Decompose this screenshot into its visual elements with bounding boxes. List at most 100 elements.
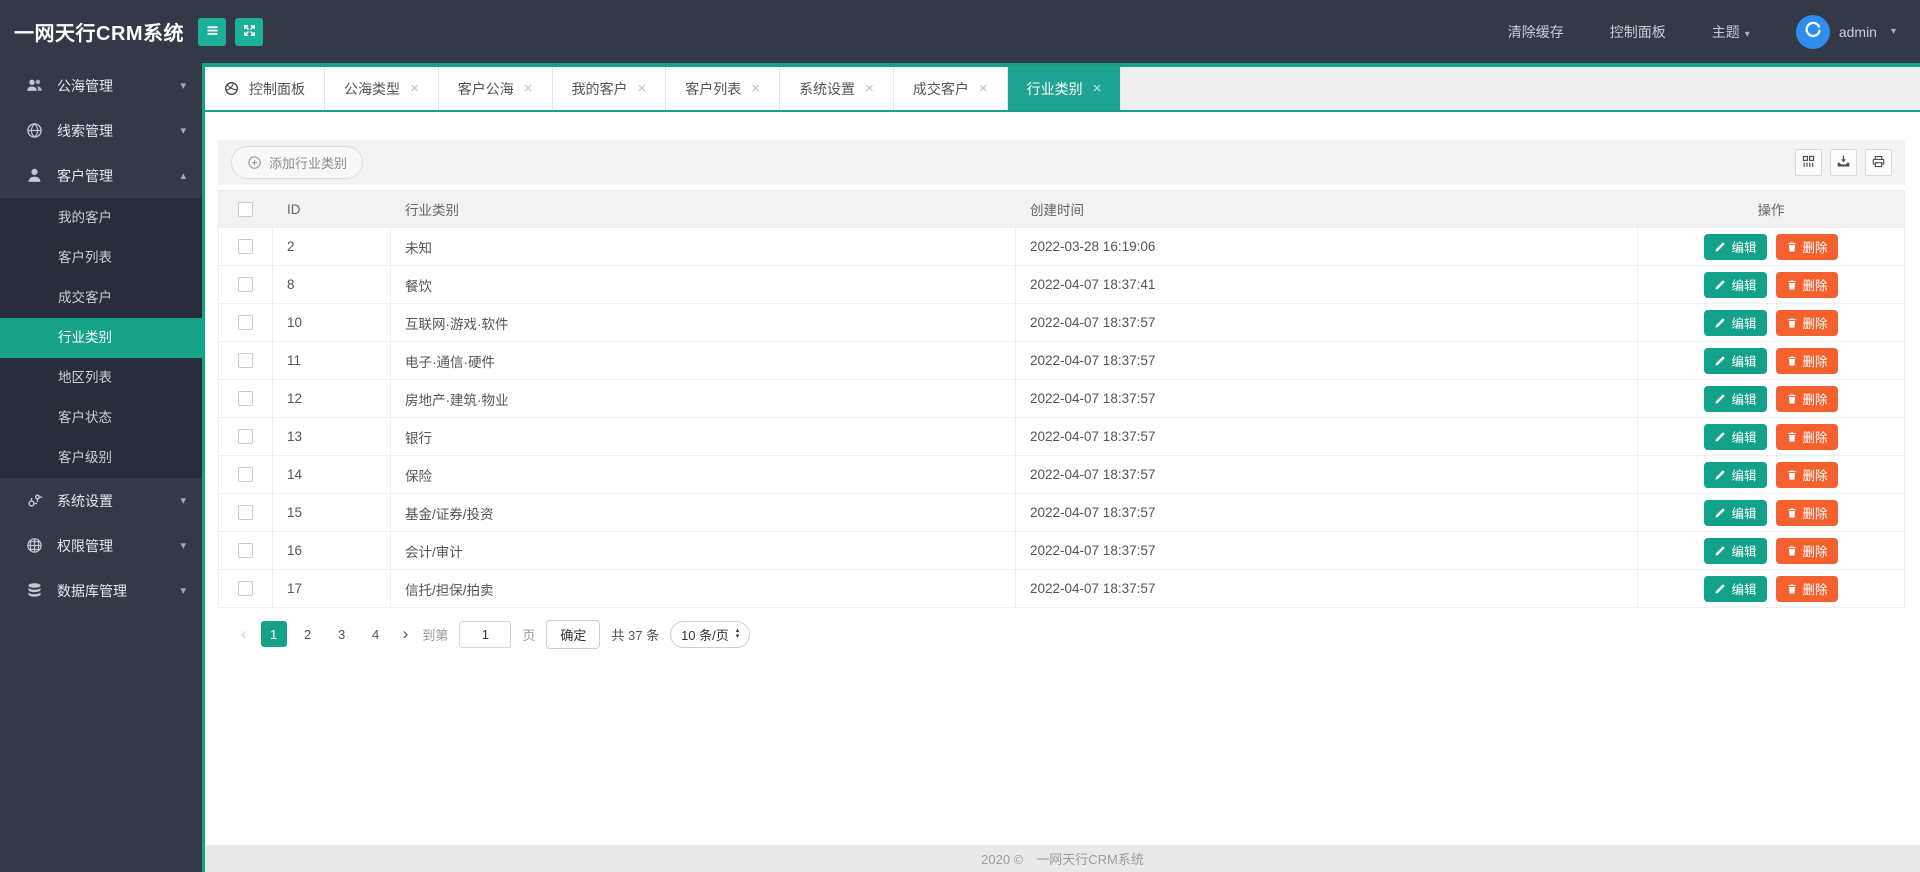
toggle-columns-button[interactable] <box>1795 149 1822 176</box>
table-row: 15 基金/证券/投资 2022-04-07 18:37:57 编辑 删除 <box>219 494 1904 532</box>
edit-button[interactable]: 编辑 <box>1704 271 1767 298</box>
delete-button[interactable]: 删除 <box>1775 233 1838 260</box>
edit-button[interactable]: 编辑 <box>1704 575 1767 602</box>
select-all-checkbox[interactable] <box>238 201 253 217</box>
sidebar-item[interactable]: 客户管理 ▴ <box>0 153 202 198</box>
edit-button[interactable]: 编辑 <box>1704 461 1767 488</box>
chevron-down-icon: ▾ <box>180 585 186 597</box>
delete-button[interactable]: 删除 <box>1775 499 1838 526</box>
top-buttons <box>198 17 264 46</box>
fullscreen-button[interactable] <box>235 17 264 46</box>
delete-button[interactable]: 删除 <box>1775 423 1838 450</box>
sidebar-subitem[interactable]: 客户列表 <box>0 238 202 278</box>
tab[interactable]: 公海类型 × <box>325 67 439 110</box>
tab[interactable]: 客户列表 × <box>666 67 781 110</box>
collapse-sidebar-button[interactable] <box>198 17 227 46</box>
edit-label: 编辑 <box>1731 317 1757 331</box>
edit-button[interactable]: 编辑 <box>1704 499 1767 526</box>
row-checkbox[interactable] <box>238 391 253 406</box>
tab[interactable]: 我的客户 × <box>552 67 667 110</box>
page-footer: 2020 © 一网天行CRM系统 <box>205 845 1920 872</box>
sidebar-item[interactable]: 公海管理 ▾ <box>0 63 202 108</box>
page-number[interactable]: 2 <box>295 621 321 647</box>
column-header-actions: 操作 <box>1757 203 1785 218</box>
row-checkbox[interactable] <box>238 505 253 520</box>
close-icon[interactable]: × <box>979 81 988 96</box>
tab-active[interactable]: 行业类别 × <box>1007 67 1122 110</box>
delete-label: 删除 <box>1802 393 1828 407</box>
delete-label: 删除 <box>1802 469 1828 483</box>
control-panel-link[interactable]: 控制面板 <box>1610 22 1666 42</box>
sidebar-subitem[interactable]: 成交客户 <box>0 278 202 318</box>
sidebar-subitem[interactable]: 客户状态 <box>0 398 202 438</box>
goto-confirm-button[interactable]: 确定 <box>546 619 601 649</box>
delete-button[interactable]: 删除 <box>1775 271 1838 298</box>
theme-dropdown[interactable]: 主题 ▾ <box>1712 22 1750 42</box>
delete-button[interactable]: 删除 <box>1775 347 1838 374</box>
tab[interactable]: 成交客户 × <box>893 67 1008 110</box>
row-checkbox[interactable] <box>238 429 253 444</box>
close-icon[interactable]: × <box>410 81 419 96</box>
print-button[interactable] <box>1865 149 1892 176</box>
sidebar-subitem[interactable]: 客户级别 <box>0 438 202 478</box>
page-size-select[interactable]: 10 条/页 ▴ ▾ <box>670 620 751 648</box>
delete-button[interactable]: 删除 <box>1775 537 1838 564</box>
add-category-label: 添加行业类别 <box>269 156 348 171</box>
add-category-button[interactable]: 添加行业类别 <box>231 146 364 179</box>
edit-button[interactable]: 编辑 <box>1704 537 1767 564</box>
sidebar-item[interactable]: 系统设置 ▾ <box>0 478 202 523</box>
close-icon[interactable]: × <box>638 81 647 96</box>
close-icon[interactable]: × <box>1093 81 1102 96</box>
tab[interactable]: 控制面板 <box>205 67 325 110</box>
sidebar-item[interactable]: 数据库管理 ▾ <box>0 568 202 613</box>
row-checkbox[interactable] <box>238 239 253 254</box>
cell-created: 2022-04-07 18:37:57 <box>1016 418 1638 455</box>
delete-button[interactable]: 删除 <box>1775 309 1838 336</box>
cell-actions: 编辑 删除 <box>1638 456 1904 493</box>
edit-button[interactable]: 编辑 <box>1704 347 1767 374</box>
sidebar: 公海管理 ▾ 线索管理 ▾ 客户管理 ▴ 我的客户 客户列表 成交客户 行业类别 地区列表 客户状态客… <box>0 63 205 872</box>
edit-button[interactable]: 编辑 <box>1704 309 1767 336</box>
close-icon[interactable]: × <box>524 81 533 96</box>
row-checkbox[interactable] <box>238 315 253 330</box>
row-checkbox[interactable] <box>238 543 253 558</box>
cell-created: 2022-04-07 18:37:57 <box>1016 494 1638 531</box>
prev-page-icon[interactable]: ‹ <box>238 624 250 644</box>
page-number-active[interactable]: 1 <box>260 621 287 647</box>
row-checkbox[interactable] <box>238 353 253 368</box>
avatar[interactable] <box>1795 14 1830 49</box>
delete-button[interactable]: 删除 <box>1775 461 1838 488</box>
row-checkbox[interactable] <box>238 581 253 596</box>
tab[interactable]: 客户公海 × <box>438 67 553 110</box>
tab[interactable]: 系统设置 × <box>780 67 894 110</box>
sidebar-item[interactable]: 线索管理 ▾ <box>0 108 202 153</box>
export-button[interactable] <box>1830 149 1857 176</box>
page-number[interactable]: 3 <box>329 621 355 647</box>
edit-button[interactable]: 编辑 <box>1704 385 1767 412</box>
delete-button[interactable]: 删除 <box>1775 385 1838 412</box>
page-number[interactable]: 4 <box>363 621 389 647</box>
close-icon[interactable]: × <box>865 81 874 96</box>
sidebar-item[interactable]: 权限管理 ▾ <box>0 523 202 568</box>
trash-icon <box>1786 241 1798 253</box>
sidebar-subitem[interactable]: 我的客户 <box>0 198 202 238</box>
user-menu[interactable]: admin ▾ <box>1795 14 1896 49</box>
tab-label: 行业类别 <box>1026 80 1083 97</box>
sidebar-subitem[interactable]: 地区列表 <box>0 358 202 398</box>
edit-button[interactable]: 编辑 <box>1704 423 1767 450</box>
close-icon[interactable]: × <box>751 81 760 96</box>
row-checkbox[interactable] <box>238 467 253 482</box>
next-page-icon[interactable]: › <box>400 624 412 644</box>
goto-page-input[interactable] <box>459 620 512 648</box>
edit-button[interactable]: 编辑 <box>1704 233 1767 260</box>
row-checkbox[interactable] <box>238 277 253 292</box>
sidebar-subitem-active[interactable]: 行业类别 <box>0 318 202 358</box>
cell-id: 15 <box>273 494 391 531</box>
clear-cache-link[interactable]: 清除缓存 <box>1508 22 1564 42</box>
delete-label: 删除 <box>1802 317 1828 331</box>
cell-actions: 编辑 删除 <box>1638 532 1904 569</box>
cell-id: 8 <box>273 266 391 303</box>
delete-button[interactable]: 删除 <box>1775 575 1838 602</box>
chevron-down-icon: ▾ <box>1890 26 1896 37</box>
cogs-icon <box>26 492 43 509</box>
